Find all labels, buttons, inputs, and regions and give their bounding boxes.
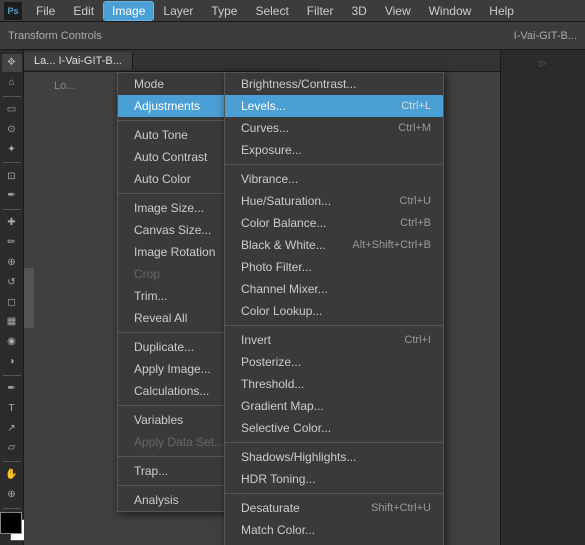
submenu-desaturate[interactable]: Desaturate Shift+Ctrl+U: [225, 497, 443, 519]
foreground-color-swatch[interactable]: [0, 512, 22, 534]
panel-placeholder: ▷: [540, 58, 547, 69]
right-panel: ▷: [500, 50, 585, 545]
options-bar: Transform Controls I-Vai-GIT-B...: [0, 22, 585, 50]
menu-layer[interactable]: Layer: [155, 2, 201, 20]
menu-3d[interactable]: 3D: [343, 2, 374, 20]
submenu-exposure[interactable]: Exposure...: [225, 139, 443, 161]
submenu-threshold[interactable]: Threshold...: [225, 373, 443, 395]
menu-help[interactable]: Help: [481, 2, 522, 20]
menu-window[interactable]: Window: [421, 2, 480, 20]
eyedropper-tool[interactable]: ✒: [2, 187, 22, 205]
submenu-color-balance[interactable]: Color Balance... Ctrl+B: [225, 212, 443, 234]
menu-view[interactable]: View: [377, 2, 419, 20]
menu-edit[interactable]: Edit: [65, 2, 102, 20]
canvas-area: La... I-Vai-GIT-B... Lo... Mode ▶ Adjust…: [24, 50, 500, 545]
submenu-levels[interactable]: Levels... Ctrl+L: [225, 95, 443, 117]
submenu-match-color[interactable]: Match Color...: [225, 519, 443, 541]
separator: [225, 164, 443, 165]
menu-filter[interactable]: Filter: [299, 2, 342, 20]
submenu-channel-mixer[interactable]: Channel Mixer...: [225, 278, 443, 300]
submenu-color-lookup[interactable]: Color Lookup...: [225, 300, 443, 322]
submenu-black-white[interactable]: Black & White... Alt+Shift+Ctrl+B: [225, 234, 443, 256]
menu-file[interactable]: File: [28, 2, 63, 20]
heal-tool[interactable]: ✚: [2, 214, 22, 232]
brush-tool[interactable]: ✏: [2, 234, 22, 252]
crop-tool[interactable]: ⊡: [2, 167, 22, 185]
vertical-scrollbar[interactable]: [24, 268, 34, 328]
submenu-hdr-toning[interactable]: HDR Toning...: [225, 468, 443, 490]
shape-tool[interactable]: ▱: [2, 439, 22, 457]
separator: [225, 493, 443, 494]
submenu-invert[interactable]: Invert Ctrl+I: [225, 329, 443, 351]
canvas-label: Lo...: [54, 80, 75, 92]
options-spacer: I-Vai-GIT-B...: [514, 30, 577, 42]
gradient-tool[interactable]: ▦: [2, 313, 22, 331]
canvas-tab[interactable]: La... I-Vai-GIT-B...: [24, 52, 133, 70]
app-logo: Ps: [4, 2, 22, 20]
adjustments-submenu: Brightness/Contrast... Levels... Ctrl+L …: [224, 72, 444, 545]
tab-bar: La... I-Vai-GIT-B...: [24, 50, 500, 72]
submenu-vibrance[interactable]: Vibrance...: [225, 168, 443, 190]
zoom-tool[interactable]: ⊕: [2, 486, 22, 504]
menu-type[interactable]: Type: [203, 2, 245, 20]
magic-wand-tool[interactable]: ✦: [2, 140, 22, 158]
home-tool[interactable]: ⌂: [2, 74, 22, 92]
submenu-shadows-highlights[interactable]: Shadows/Highlights...: [225, 446, 443, 468]
pen-tool[interactable]: ✒: [2, 379, 22, 397]
submenu-gradient-map[interactable]: Gradient Map...: [225, 395, 443, 417]
submenu-photo-filter[interactable]: Photo Filter...: [225, 256, 443, 278]
submenu-posterize[interactable]: Posterize...: [225, 351, 443, 373]
history-tool[interactable]: ↺: [2, 273, 22, 291]
submenu-replace-color[interactable]: Replace Color...: [225, 541, 443, 545]
hand-tool[interactable]: ✋: [2, 466, 22, 484]
dodge-tool[interactable]: ◑: [2, 353, 22, 371]
menu-image[interactable]: Image: [104, 2, 153, 20]
left-toolbar: ✥ ⌂ ▭ ⊙ ✦ ⊡ ✒ ✚ ✏ ⊕ ↺ ◻ ▦ ◉ ◑ ✒ T ↗ ▱ ✋ …: [0, 50, 24, 545]
main-area: ✥ ⌂ ▭ ⊙ ✦ ⊡ ✒ ✚ ✏ ⊕ ↺ ◻ ▦ ◉ ◑ ✒ T ↗ ▱ ✋ …: [0, 50, 585, 545]
submenu-selective-color[interactable]: Selective Color...: [225, 417, 443, 439]
move-tool[interactable]: ✥: [2, 54, 22, 72]
submenu-curves[interactable]: Curves... Ctrl+M: [225, 117, 443, 139]
submenu-hue-saturation[interactable]: Hue/Saturation... Ctrl+U: [225, 190, 443, 212]
eraser-tool[interactable]: ◻: [2, 293, 22, 311]
path-tool[interactable]: ↗: [2, 419, 22, 437]
text-tool[interactable]: T: [2, 399, 22, 417]
menu-select[interactable]: Select: [247, 2, 296, 20]
clone-tool[interactable]: ⊕: [2, 253, 22, 271]
separator: [225, 442, 443, 443]
transform-controls-label: Transform Controls: [8, 30, 102, 42]
menu-bar: Ps File Edit Image Layer Type Select Fil…: [0, 0, 585, 22]
lasso-tool[interactable]: ⊙: [2, 120, 22, 138]
submenu-brightness-contrast[interactable]: Brightness/Contrast...: [225, 73, 443, 95]
separator: [225, 325, 443, 326]
marquee-tool[interactable]: ▭: [2, 101, 22, 119]
blur-tool[interactable]: ◉: [2, 333, 22, 351]
